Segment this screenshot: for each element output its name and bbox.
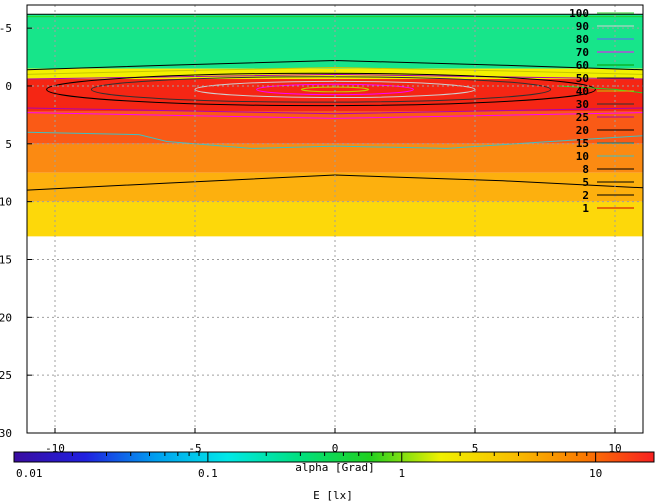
y-tick-label: 5 (5, 138, 12, 151)
y-tick-label: 0 (5, 80, 12, 93)
y-tick-label: 10 (0, 196, 12, 209)
legend-label: 10 (576, 150, 589, 163)
y-tick-label: 25 (0, 369, 12, 382)
y-tick-label: -5 (0, 22, 12, 35)
legend-label: 100 (569, 7, 589, 20)
y-tick-label: 30 (0, 427, 12, 440)
heatmap-band (27, 143, 643, 173)
legend-label: 20 (576, 124, 589, 137)
legend-label: 50 (576, 72, 589, 85)
colorbar-tick-label: 0.1 (198, 467, 218, 480)
colorbar-tick-label: 0.01 (16, 467, 43, 480)
legend-label: 15 (576, 137, 589, 150)
legend-label: 8 (582, 163, 589, 176)
legend-label: 40 (576, 85, 589, 98)
legend-label: 90 (576, 20, 589, 33)
legend-label: 5 (582, 176, 589, 189)
y-tick-label: 15 (0, 253, 12, 266)
legend-label: 80 (576, 33, 589, 46)
contour-chart: -10 -5 0 5 10 -5051015202530 100908070605040… (0, 4, 655, 502)
colorbar-tick-label: 10 (589, 467, 602, 480)
legend-label: 2 (582, 189, 589, 202)
legend-label: 70 (576, 46, 589, 59)
legend-label: 60 (576, 59, 589, 72)
legend-label: 1 (582, 202, 589, 215)
legend-label: 25 (576, 111, 589, 124)
colorbar-tick-label: 1 (398, 467, 405, 480)
legend-label: 30 (576, 98, 589, 111)
heatmap-band (27, 172, 643, 202)
y-tick-label: 20 (0, 311, 12, 324)
x-axis-label: alpha [Grad] (295, 461, 374, 474)
colorbar-label: E [lx] (313, 489, 353, 502)
